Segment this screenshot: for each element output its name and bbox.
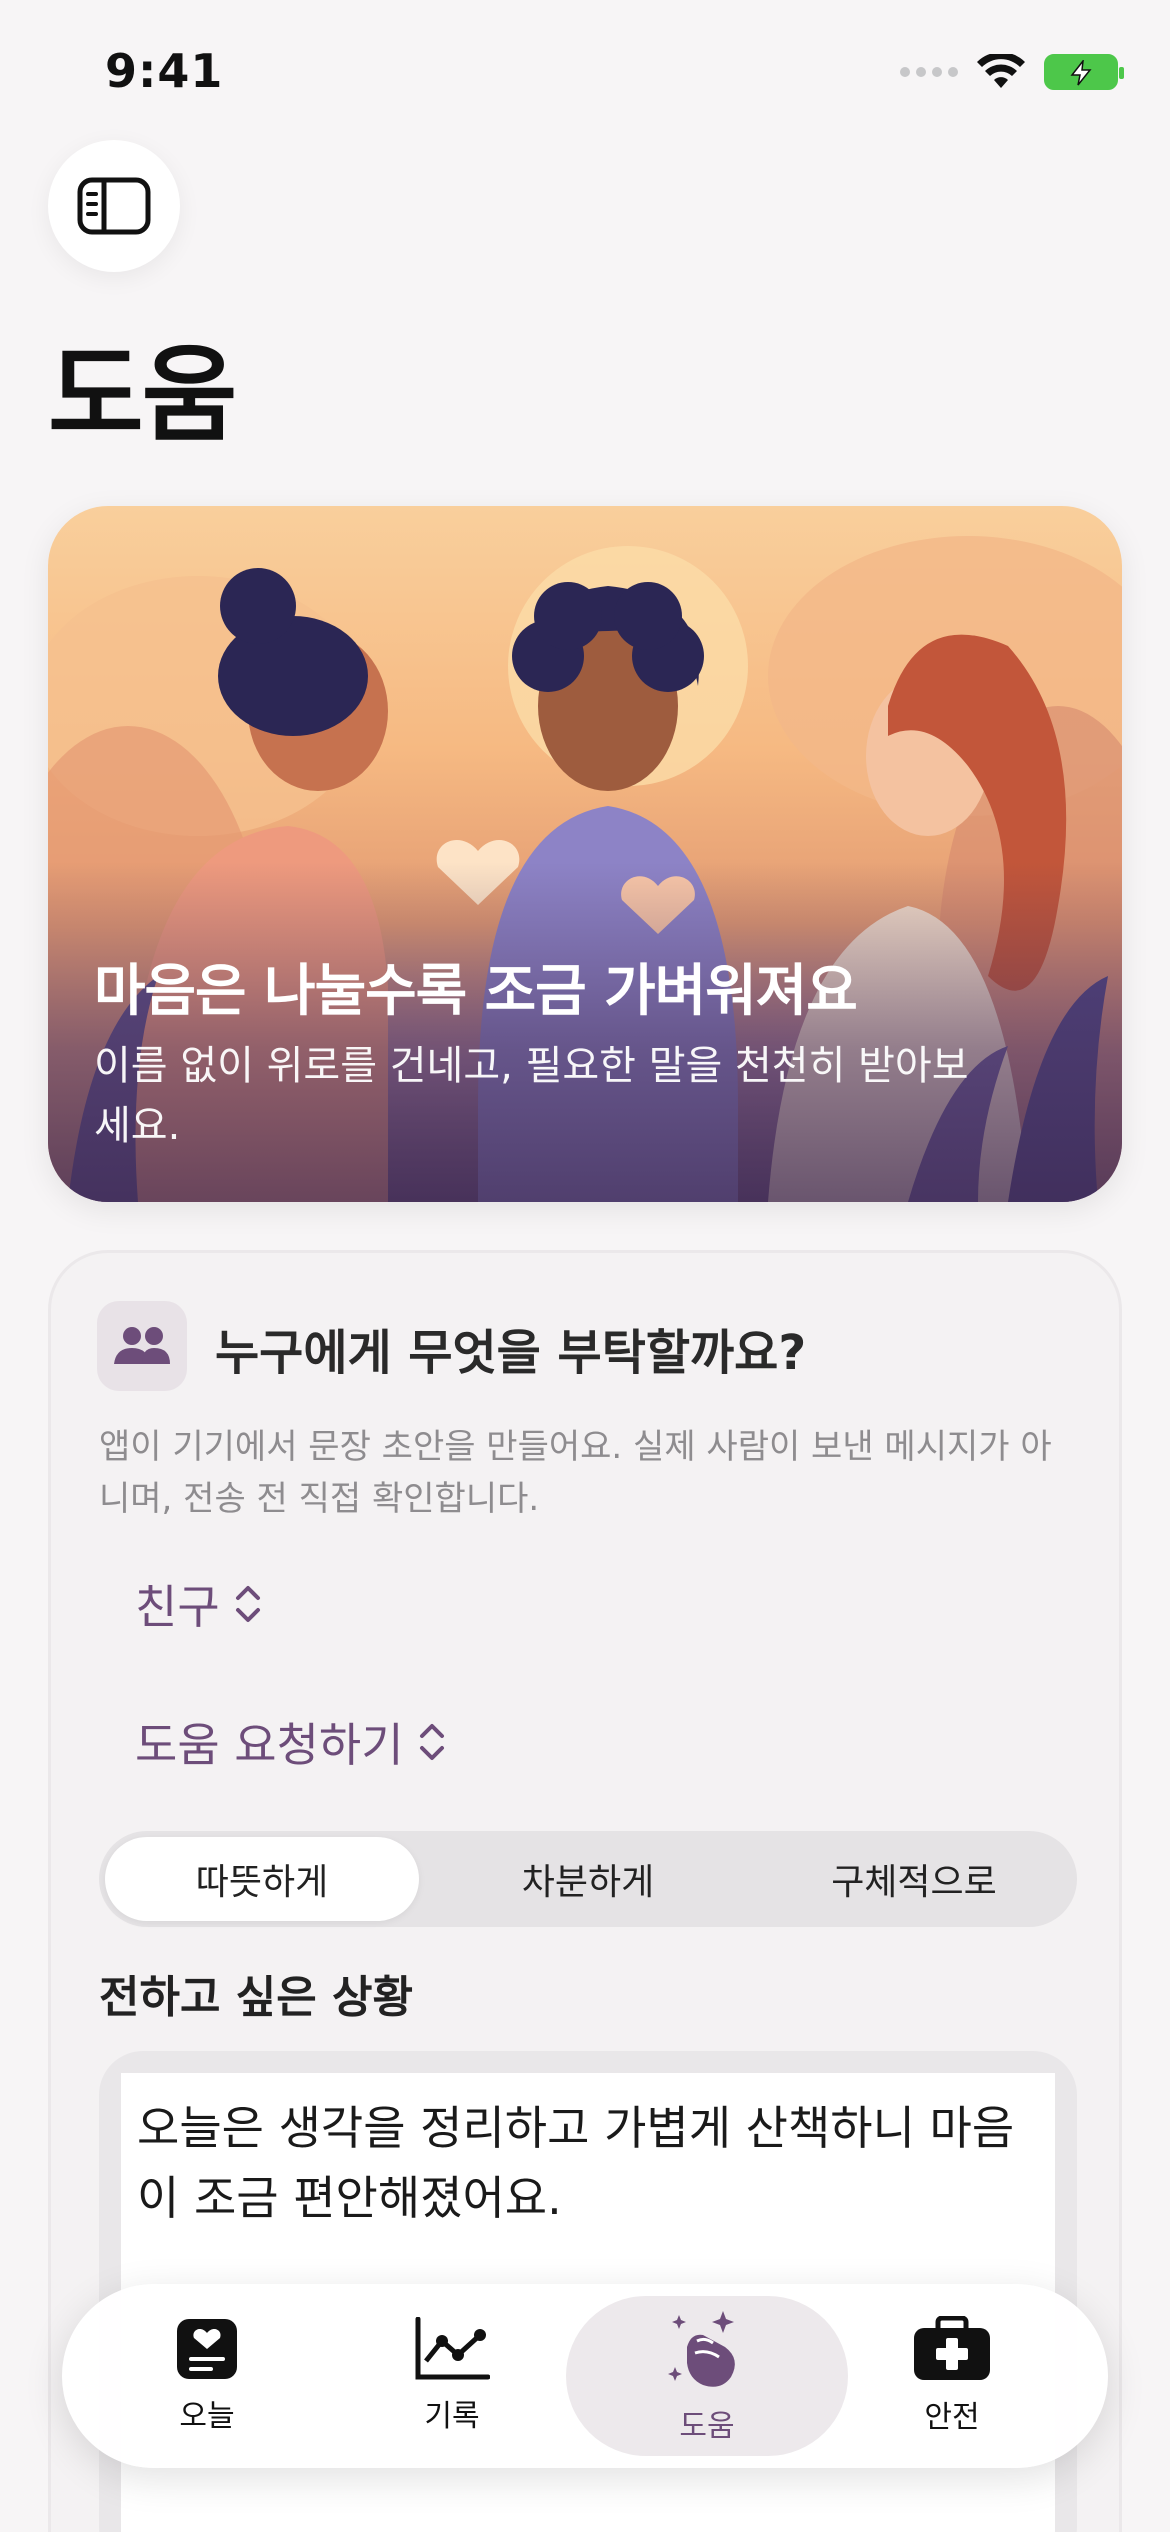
hero-title: 마음은 나눌수록 조금 가벼워져요 (94, 959, 858, 1024)
people-icon (97, 1301, 187, 1391)
tab-today[interactable]: 오늘 (87, 2284, 327, 2468)
chevron-up-down-icon (419, 1724, 444, 1760)
tab-records-label: 기록 (424, 2399, 480, 2434)
tab-safety[interactable]: 안전 (832, 2284, 1072, 2468)
recipient-value: 친구 (135, 1580, 220, 1634)
request-title: 누구에게 무엇을 부탁할까요? (215, 1325, 807, 1381)
sidebar-toggle-button[interactable] (48, 140, 180, 272)
clapping-hands-icon (668, 2311, 735, 2387)
tab-today-label: 오늘 (179, 2399, 235, 2434)
chart-line-icon (415, 2317, 490, 2380)
tab-records[interactable]: 기록 (332, 2284, 572, 2468)
request-type-picker[interactable]: 도움 요청하기 (135, 1709, 446, 1775)
sidebar-icon (77, 177, 151, 235)
first-aid-kit-icon (914, 2316, 990, 2380)
battery-icon (1044, 54, 1124, 90)
wifi-icon (977, 54, 1025, 88)
situation-label: 전하고 싶은 상황 (99, 1972, 413, 2023)
tab-bar: 오늘 기록 도움 안전 (62, 2284, 1108, 2468)
tab-safety-label: 안전 (924, 2400, 980, 2435)
screen: 9:41 도움 마음은 나눌수록 조금 가벼워져요 이름 없이 위로를 건네고,… (0, 0, 1170, 2532)
tone-option-warm[interactable]: 따뜻하게 (105, 1837, 419, 1921)
request-type-value: 도움 요청하기 (135, 1718, 404, 1772)
request-description: 앱이 기기에서 문장 초안을 만들어요. 실제 사람이 보낸 메시지가 아니며,… (99, 1427, 1052, 1519)
status-time: 9:41 (105, 44, 224, 98)
cellular-signal-icon (900, 67, 958, 77)
tab-help[interactable]: 도움 (566, 2296, 848, 2456)
tone-option-calm[interactable]: 차분하게 (431, 1837, 745, 1921)
hero-card: 마음은 나눌수록 조금 가벼워져요 이름 없이 위로를 건네고, 필요한 말을 … (48, 506, 1122, 1202)
tone-option-specific[interactable]: 구체적으로 (757, 1837, 1071, 1921)
heart-note-icon (177, 2319, 237, 2379)
page-title: 도움 (48, 334, 237, 456)
status-icons (900, 54, 1124, 90)
hero-subtitle: 이름 없이 위로를 건네고, 필요한 말을 천천히 받아보세요. (94, 1043, 969, 1149)
tone-segmented-control: 따뜻하게 차분하게 구체적으로 (99, 1831, 1077, 1927)
recipient-picker[interactable]: 친구 (135, 1571, 262, 1637)
chevron-up-down-icon (235, 1586, 260, 1622)
tab-help-label: 도움 (679, 2409, 735, 2444)
